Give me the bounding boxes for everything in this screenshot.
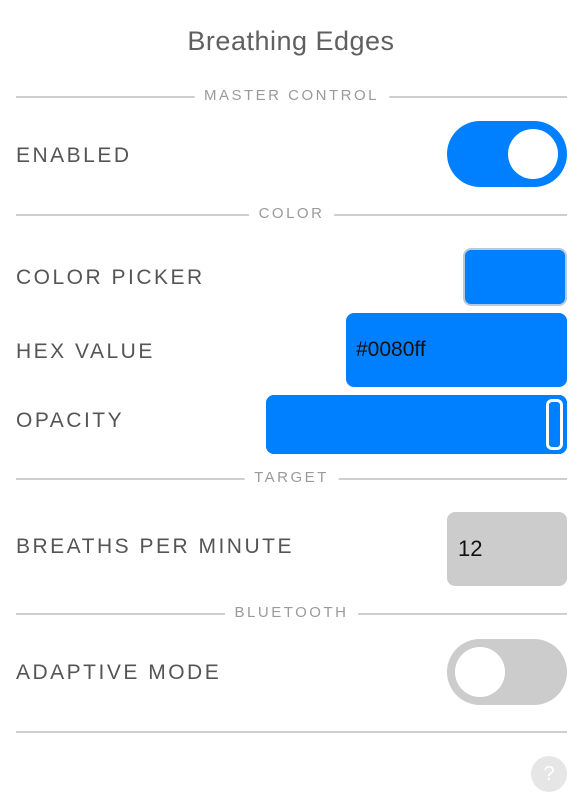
bottom-divider: [16, 731, 567, 733]
adaptive-mode-label: ADAPTIVE MODE: [16, 661, 222, 684]
section-divider-master-control: MASTER CONTROL: [16, 86, 567, 106]
help-button[interactable]: ?: [531, 756, 567, 792]
opacity-slider-fill: [266, 395, 567, 454]
section-label-bluetooth: BLUETOOTH: [224, 603, 359, 623]
opacity-slider-thumb[interactable]: [546, 399, 563, 450]
breaths-per-minute-label: BREATHS PER MINUTE: [16, 535, 294, 558]
breaths-per-minute-input[interactable]: 12: [447, 512, 567, 586]
section-label-master-control: MASTER CONTROL: [193, 86, 390, 106]
toggle-knob: [508, 129, 558, 179]
section-label-color: COLOR: [248, 204, 335, 224]
app-title: Breathing Edges: [187, 26, 395, 56]
toggle-knob: [455, 647, 505, 697]
section-divider-target: TARGET: [16, 468, 567, 488]
adaptive-mode-toggle[interactable]: [447, 639, 567, 705]
enabled-toggle[interactable]: [447, 121, 567, 187]
opacity-slider[interactable]: [266, 395, 567, 454]
question-icon: ?: [543, 763, 555, 785]
section-divider-color: COLOR: [16, 204, 567, 224]
enabled-label: ENABLED: [16, 144, 132, 167]
color-picker-label: COLOR PICKER: [16, 266, 205, 289]
opacity-label: OPACITY: [16, 409, 125, 432]
section-label-target: TARGET: [244, 468, 339, 488]
hex-value-input[interactable]: #0080ff: [346, 313, 567, 387]
section-divider-bluetooth: BLUETOOTH: [16, 603, 567, 623]
color-picker-swatch[interactable]: [463, 248, 567, 306]
hex-value-label: HEX VALUE: [16, 340, 155, 363]
